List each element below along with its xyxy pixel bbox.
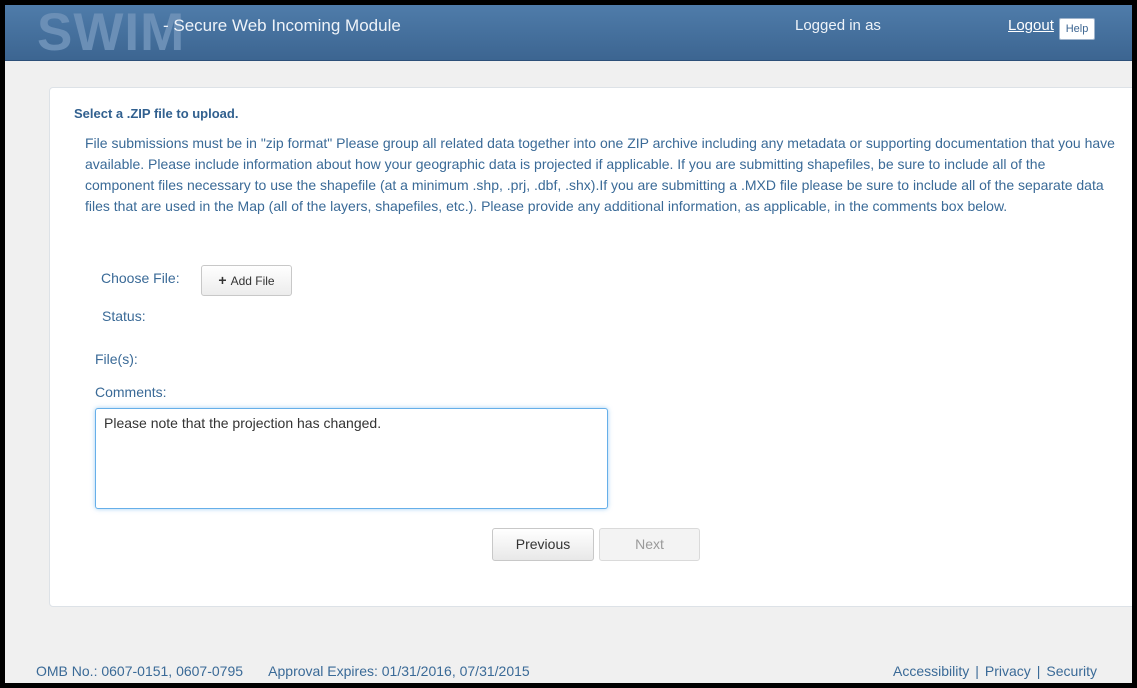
security-link[interactable]: Security bbox=[1046, 663, 1097, 679]
files-label: File(s): bbox=[95, 351, 138, 367]
instructions-text: File submissions must be in "zip format"… bbox=[85, 135, 1115, 214]
choose-file-label: Choose File: bbox=[101, 270, 180, 286]
footer-info: OMB No.: 0607-0151, 0607-0795 Approval E… bbox=[36, 663, 552, 679]
privacy-link[interactable]: Privacy bbox=[985, 663, 1031, 679]
header-bar: SWIM - Secure Web Incoming Module Logged… bbox=[5, 5, 1132, 61]
next-button[interactable]: Next bbox=[599, 528, 700, 561]
link-separator: | bbox=[975, 663, 979, 679]
approval-expires: Approval Expires: 01/31/2016, 07/31/2015 bbox=[268, 663, 530, 679]
help-button[interactable]: Help bbox=[1059, 18, 1095, 40]
link-separator: | bbox=[1036, 663, 1041, 679]
logout-link[interactable]: Logout bbox=[1008, 5, 1054, 47]
comments-label: Comments: bbox=[95, 384, 167, 400]
accessibility-link[interactable]: Accessibility bbox=[893, 663, 969, 679]
footer-links: Accessibility | Privacy | Security bbox=[893, 663, 1097, 679]
add-file-button[interactable]: + Add File bbox=[201, 265, 292, 296]
upload-panel: Select a .ZIP file to upload. File submi… bbox=[49, 87, 1132, 607]
status-label: Status: bbox=[102, 308, 146, 324]
section-title: Select a .ZIP file to upload. bbox=[74, 106, 239, 121]
add-file-label: Add File bbox=[230, 274, 275, 288]
comments-textarea[interactable] bbox=[95, 408, 608, 509]
logged-in-label: Logged in as bbox=[795, 17, 881, 34]
omb-number: OMB No.: 0607-0151, 0607-0795 bbox=[36, 663, 244, 679]
app-title: - Secure Web Incoming Module bbox=[163, 16, 401, 35]
plus-icon: + bbox=[218, 272, 227, 288]
app-window: SWIM - Secure Web Incoming Module Logged… bbox=[5, 5, 1132, 683]
previous-button[interactable]: Previous bbox=[492, 528, 594, 561]
